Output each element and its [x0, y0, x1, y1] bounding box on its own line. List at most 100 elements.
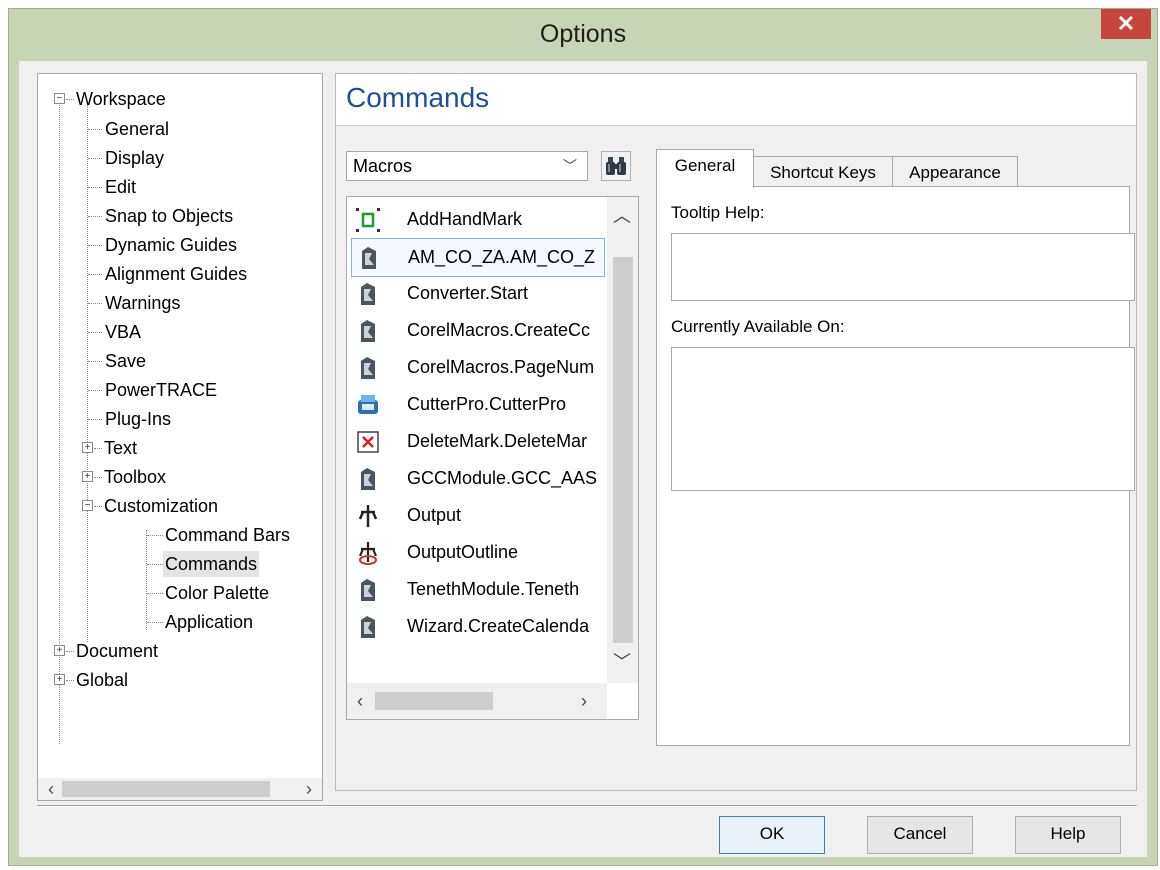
command-label: Output	[407, 505, 462, 525]
help-button[interactable]: Help	[1015, 816, 1121, 854]
tab-general[interactable]: General	[656, 149, 754, 188]
command-label: CutterPro.CutterPro	[407, 394, 567, 414]
macro-icon	[361, 283, 375, 305]
tree-node-display[interactable]: Display	[105, 145, 164, 171]
list-item-selected[interactable]: AM_CO_ZA.AM_CO_Z	[351, 238, 605, 277]
category-dropdown[interactable]: Macros ﹀	[346, 151, 588, 181]
list-item[interactable]: DeleteMark.DeleteMar	[351, 423, 603, 460]
expand-icon[interactable]: +	[54, 645, 65, 656]
macro-icon	[361, 579, 375, 601]
output-outline-icon	[358, 542, 378, 565]
command-label: OutputOutline	[407, 542, 519, 562]
list-item[interactable]: CorelMacros.CreateCc	[351, 312, 603, 349]
commands-list[interactable]: AddHandMark AM_CO_ZA.AM_CO_Z Converter.S…	[346, 196, 639, 720]
list-item[interactable]: GCCModule.GCC_AAS	[351, 460, 603, 497]
tree-node-text[interactable]: Text	[104, 435, 137, 461]
scroll-right-icon[interactable]: ›	[298, 778, 320, 800]
find-button[interactable]	[601, 151, 631, 181]
tree-horizontal-scrollbar[interactable]: ‹ ›	[38, 778, 322, 800]
chevron-down-icon: ﹀	[563, 158, 577, 174]
tree-node-color-palette[interactable]: Color Palette	[165, 580, 269, 606]
tree-node-snap-to-objects[interactable]: Snap to Objects	[105, 203, 233, 229]
tree-node-workspace[interactable]: Workspace	[76, 86, 166, 112]
list-item[interactable]: CorelMacros.PageNum	[351, 349, 603, 386]
tree-node-customization[interactable]: Customization	[104, 493, 218, 519]
list-item[interactable]: AddHandMark	[351, 201, 603, 238]
list-item[interactable]: Output	[351, 497, 603, 534]
window-title: Options	[539, 20, 627, 48]
commands-panel: Commands Macros ﹀ AddHandMark AM_CO_ZA.A…	[335, 73, 1137, 791]
list-vertical-scrollbar[interactable]: ︿ ﹀	[607, 197, 638, 683]
command-label: GCCModule.GCC_AAS	[407, 468, 598, 488]
available-on-list[interactable]	[671, 347, 1135, 491]
tree-node-vba[interactable]: VBA	[105, 319, 141, 345]
tree-workspace-line	[87, 102, 88, 642]
hand-mark-icon	[356, 208, 380, 232]
scrollbar-thumb[interactable]	[375, 692, 493, 710]
macro-icon	[361, 320, 375, 342]
tree-node-commands[interactable]: Commands	[163, 551, 260, 577]
list-item[interactable]: Converter.Start	[351, 275, 603, 312]
tab-page-general: Tooltip Help: Currently Available On:	[656, 186, 1135, 746]
page-title: Commands	[346, 82, 490, 113]
tooltip-help-field[interactable]	[671, 233, 1135, 301]
available-on-label: Currently Available On:	[671, 317, 845, 336]
macro-icon	[361, 616, 375, 638]
scrollbar-thumb[interactable]	[62, 781, 270, 797]
tree-node-powertrace[interactable]: PowerTRACE	[105, 377, 217, 403]
command-label: CorelMacros.PageNum	[407, 357, 595, 377]
scroll-left-icon[interactable]: ‹	[349, 690, 371, 712]
tree-node-command-bars[interactable]: Command Bars	[165, 522, 290, 548]
title-bar: Options ✕	[9, 9, 1157, 59]
panel-header: Commands	[336, 74, 1136, 126]
macro-icon	[362, 247, 376, 269]
tree-node-edit[interactable]: Edit	[105, 174, 136, 200]
scroll-right-icon[interactable]: ›	[573, 690, 595, 712]
command-label: AM_CO_ZA.AM_CO_Z	[408, 247, 596, 267]
cutter-icon	[358, 395, 378, 414]
dialog-client-area: − Workspace General Display Edit Snap to…	[19, 61, 1147, 857]
list-item[interactable]: TenethModule.Teneth	[351, 571, 603, 608]
list-item[interactable]: Wizard.CreateCalenda	[351, 608, 603, 645]
binoculars-icon	[606, 157, 626, 175]
category-dropdown-value: Macros	[353, 156, 413, 176]
tree-customization-line	[146, 530, 147, 630]
command-label: Wizard.CreateCalenda	[407, 616, 590, 636]
close-button[interactable]: ✕	[1101, 9, 1151, 39]
options-tree: − Workspace General Display Edit Snap to…	[37, 73, 323, 801]
expand-icon[interactable]: +	[54, 674, 65, 685]
scroll-up-icon[interactable]: ︿	[611, 205, 633, 227]
tree-node-alignment-guides[interactable]: Alignment Guides	[105, 261, 247, 287]
list-item[interactable]: OutputOutline	[351, 534, 603, 571]
expand-icon[interactable]: +	[82, 442, 93, 453]
macro-icon	[361, 468, 375, 490]
command-label: Converter.Start	[407, 283, 529, 303]
delete-mark-icon	[357, 431, 379, 453]
command-label: CorelMacros.CreateCc	[407, 320, 591, 340]
list-item[interactable]: CutterPro.CutterPro	[351, 386, 603, 423]
collapse-icon[interactable]: −	[54, 93, 65, 104]
tree-node-toolbox[interactable]: Toolbox	[104, 464, 166, 490]
command-label: DeleteMark.DeleteMar	[407, 431, 588, 451]
tree-node-global[interactable]: Global	[76, 667, 128, 693]
scroll-left-icon[interactable]: ‹	[40, 778, 62, 800]
scrollbar-thumb[interactable]	[613, 257, 633, 643]
output-icon	[358, 505, 378, 527]
scroll-down-icon[interactable]: ﹀	[611, 651, 633, 673]
tree-node-save[interactable]: Save	[105, 348, 146, 374]
cancel-button[interactable]: Cancel	[867, 816, 973, 854]
tree-node-dynamic-guides[interactable]: Dynamic Guides	[105, 232, 237, 258]
macro-icon	[361, 357, 375, 379]
ok-button[interactable]: OK	[719, 816, 825, 854]
expand-icon[interactable]: +	[82, 471, 93, 482]
options-dialog: Options ✕ − Workspace General Display Ed…	[8, 8, 1158, 866]
collapse-icon[interactable]: −	[82, 500, 93, 511]
divider	[37, 805, 1137, 807]
tree-node-document[interactable]: Document	[76, 638, 158, 664]
tree-node-general[interactable]: General	[105, 116, 169, 142]
tree-node-application[interactable]: Application	[165, 609, 253, 635]
tree-node-warnings[interactable]: Warnings	[105, 290, 180, 316]
list-horizontal-scrollbar[interactable]: ‹ ›	[347, 683, 607, 719]
command-label: AddHandMark	[407, 209, 523, 229]
tree-node-plug-ins[interactable]: Plug-Ins	[105, 406, 171, 432]
